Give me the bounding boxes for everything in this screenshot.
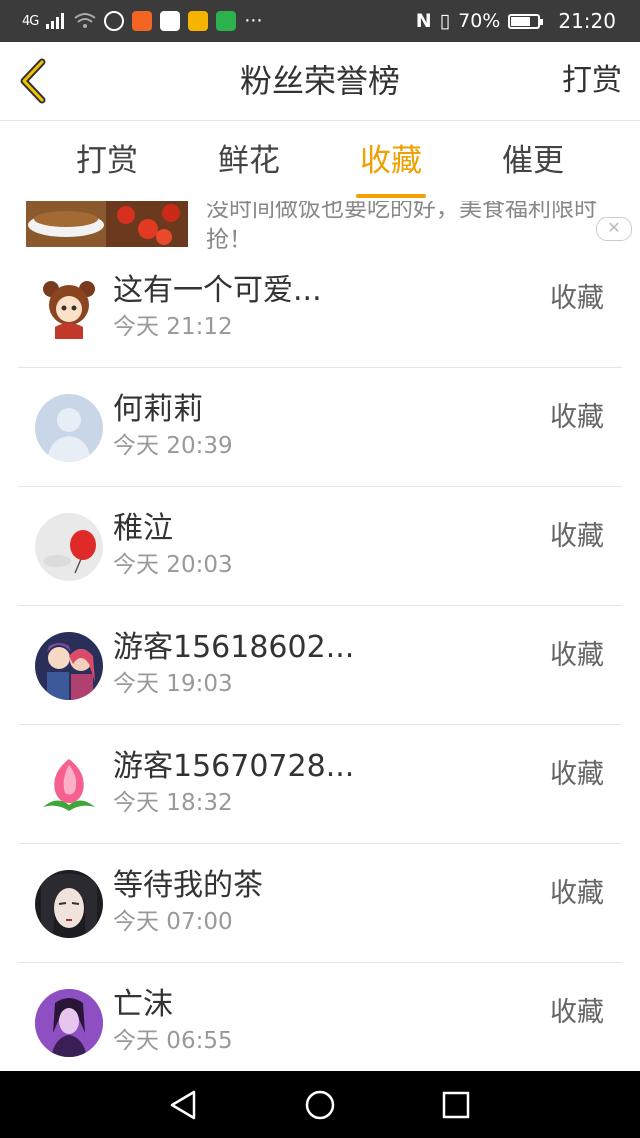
close-icon: ✕ <box>607 218 621 237</box>
fan-action: 收藏 <box>550 521 604 552</box>
fan-time: 今天 20:39 <box>113 433 233 459</box>
vibrate-icon: ▯ <box>439 10 451 32</box>
fan-action: 收藏 <box>550 878 604 909</box>
fan-action: 收藏 <box>550 759 604 790</box>
fan-name: 这有一个可爱... <box>113 273 322 308</box>
fan-name: 稚泣 <box>113 511 173 546</box>
reader-app-icon <box>188 11 209 31</box>
signal-bars-icon <box>46 13 65 29</box>
list-item[interactable]: 稚泣 今天 20:03 收藏 <box>18 487 622 606</box>
fan-name: 亡沫 <box>113 987 173 1022</box>
fan-time: 今天 18:32 <box>113 790 233 816</box>
tab-urge-update[interactable]: 催更 <box>462 121 604 201</box>
video-app-icon <box>132 11 153 31</box>
avatar <box>35 632 103 700</box>
list-item[interactable]: 何莉莉 今天 20:39 收藏 <box>18 368 622 487</box>
fan-name: 等待我的茶 <box>113 868 263 903</box>
app-header: 粉丝荣誉榜 打赏 <box>0 42 640 121</box>
iqiyi-app-icon <box>216 11 237 31</box>
fan-action: 收藏 <box>550 997 604 1028</box>
active-tab-indicator <box>356 194 426 198</box>
fan-action: 收藏 <box>550 640 604 671</box>
tab-label: 收藏 <box>360 143 422 179</box>
fan-time: 今天 19:03 <box>113 671 233 697</box>
ad-text: 没时间做饭也要吃的好，美食福利限时抢！ <box>206 201 597 249</box>
ad-banner[interactable]: 没时间做饭也要吃的好，美食福利限时抢！ ✕ <box>0 201 640 249</box>
fan-action: 收藏 <box>550 402 604 433</box>
status-bar-left: 4G ··· <box>0 10 262 32</box>
list-item[interactable]: 亡沫 今天 06:55 收藏 <box>18 963 622 1082</box>
tab-tip[interactable]: 打赏 <box>36 121 178 201</box>
wifi-icon <box>74 13 96 28</box>
tab-label: 催更 <box>502 143 564 179</box>
back-triangle-icon[interactable] <box>166 1087 202 1123</box>
fan-time: 今天 21:12 <box>113 314 233 340</box>
list-item[interactable]: 这有一个可爱... 今天 21:12 收藏 <box>18 249 622 368</box>
tab-label: 打赏 <box>76 143 138 179</box>
browser-app-icon <box>160 11 181 31</box>
list-item[interactable]: 等待我的茶 今天 07:00 收藏 <box>18 844 622 963</box>
fan-action: 收藏 <box>550 283 604 314</box>
fan-time: 今天 07:00 <box>113 909 233 935</box>
more-notifications-icon: ··· <box>244 10 263 32</box>
home-circle-icon[interactable] <box>302 1087 338 1123</box>
food-ad-image <box>26 201 188 247</box>
fan-time: 今天 06:55 <box>113 1028 233 1054</box>
battery-icon <box>508 13 544 29</box>
default-avatar-icon <box>35 394 103 462</box>
avatar <box>35 513 103 581</box>
status-bar: 4G ··· N ▯ 70% 21:20 <box>0 0 640 42</box>
system-nav-bar <box>0 1071 640 1138</box>
battery-fill <box>511 16 530 26</box>
tip-button[interactable]: 打赏 <box>562 42 622 120</box>
tab-favorites[interactable]: 收藏 <box>320 121 462 201</box>
list-item[interactable]: 游客15670728... 今天 18:32 收藏 <box>18 725 622 844</box>
tab-label: 鲜花 <box>218 143 280 179</box>
avatar <box>35 870 103 938</box>
battery-percent: 70% <box>458 10 501 32</box>
tab-flowers[interactable]: 鲜花 <box>178 121 320 201</box>
fan-name: 游客15670728... <box>113 749 355 784</box>
fan-name: 何莉莉 <box>113 392 203 427</box>
fan-time: 今天 20:03 <box>113 552 233 578</box>
page-title: 粉丝荣誉榜 <box>239 62 400 100</box>
fan-name: 游客15618602... <box>113 630 355 665</box>
k-app-icon <box>104 11 125 31</box>
recent-apps-square-icon[interactable] <box>438 1087 474 1123</box>
signal-icon: 4G <box>22 13 39 29</box>
avatar <box>35 989 103 1057</box>
tab-bar: 打赏 鲜花 收藏 催更 <box>0 121 640 201</box>
avatar <box>35 751 103 819</box>
status-bar-right: N ▯ 70% 21:20 <box>416 9 640 33</box>
avatar <box>35 275 103 343</box>
nfc-icon: N <box>415 10 432 32</box>
clock: 21:20 <box>558 9 616 33</box>
ad-close-button[interactable]: ✕ <box>596 217 632 241</box>
list-item[interactable]: 游客15618602... 今天 19:03 收藏 <box>18 606 622 725</box>
